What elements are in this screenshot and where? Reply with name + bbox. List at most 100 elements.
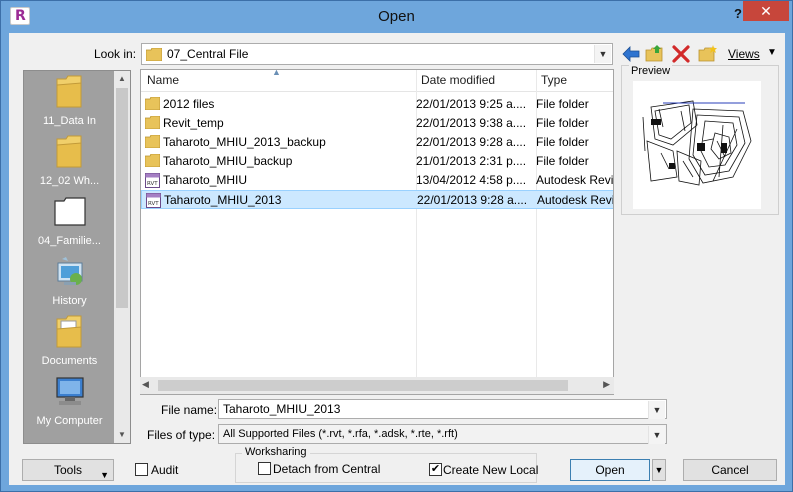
place-label: My Computer [36, 415, 103, 427]
close-button[interactable]: ✕ [743, 1, 789, 21]
tools-button[interactable]: Tools ▼ [22, 459, 114, 481]
file-name-combo[interactable]: Taharoto_MHIU_2013 ▼ [218, 399, 667, 419]
cancel-button[interactable]: Cancel [683, 459, 777, 481]
back-button[interactable] [621, 45, 643, 63]
file-date: 21/01/2013 2:31 p.... [416, 154, 527, 168]
place-history[interactable]: History [24, 255, 115, 315]
help-button[interactable]: ? [734, 6, 742, 21]
folder-icon [56, 75, 82, 108]
look-in-dropdown[interactable]: 07_Central File ▼ [141, 43, 613, 65]
file-name: Taharoto_MHIU_backup [163, 154, 293, 168]
places-scrollbar[interactable]: ▲ ▼ [114, 71, 130, 443]
dialog-body: Look in: 07_Central File ▼ Views ▼ 11_Da… [9, 33, 785, 485]
folder-icon [145, 154, 160, 167]
place-my-computer[interactable]: My Computer [24, 375, 115, 435]
back-arrow-icon [622, 46, 640, 62]
table-row[interactable]: RVT Taharoto_MHIU 13/04/2012 4:58 p.... … [141, 171, 614, 190]
file-date: 22/01/2013 9:28 a.... [416, 135, 527, 149]
places-list: 11_Data In 12_02 Wh... 04_Familie... His… [24, 71, 115, 443]
folder-icon [56, 135, 82, 168]
chevron-down-icon[interactable]: ▼ [648, 401, 665, 419]
sort-ascending-icon: ▲ [272, 69, 281, 77]
open-button[interactable]: Open [570, 459, 650, 481]
preview-label: Preview [629, 65, 673, 77]
file-date: 22/01/2013 9:25 a.... [416, 97, 527, 111]
column-header-date[interactable]: Date modified [421, 73, 495, 87]
place-label: Documents [41, 355, 98, 367]
svg-text:RVT: RVT [147, 181, 158, 187]
history-icon [57, 257, 83, 285]
open-dialog: R Open ? ✕ Look in: 07_Central File ▼ Vi… [0, 0, 793, 492]
chevron-down-icon[interactable]: ▼ [594, 45, 611, 63]
file-date: 22/01/2013 9:28 a.... [417, 193, 528, 207]
computer-icon [56, 377, 84, 405]
rvt-file-icon: RVT [146, 193, 161, 208]
blank-folder-icon [54, 197, 86, 226]
create-new-local-checkbox[interactable]: ✔ [429, 463, 442, 476]
chevron-down-icon: ▼ [100, 470, 109, 480]
look-in-label: Look in: [94, 47, 137, 61]
views-dropdown-icon[interactable]: ▼ [767, 47, 777, 58]
worksharing-label: Worksharing [242, 446, 310, 458]
table-row[interactable]: Taharoto_MHIU_backup 21/01/2013 2:31 p..… [141, 152, 613, 171]
file-date: 13/04/2012 4:58 p.... [416, 173, 527, 187]
file-name: Revit_temp [163, 116, 224, 130]
tools-label: Tools [53, 463, 82, 477]
open-options-dropdown[interactable]: ▼ [652, 459, 666, 481]
new-folder-icon [698, 45, 717, 62]
scroll-right-icon[interactable]: ▶ [603, 379, 610, 390]
up-folder-icon [645, 45, 663, 62]
delete-button[interactable] [671, 45, 693, 63]
views-menu-button[interactable]: Views [728, 47, 760, 61]
place-documents[interactable]: Documents [24, 315, 115, 375]
file-type: File folder [536, 116, 589, 130]
title-bar[interactable]: R Open ? ✕ [1, 1, 792, 33]
file-name-input[interactable]: Taharoto_MHIU_2013 [223, 402, 340, 416]
scroll-thumb[interactable] [158, 380, 568, 391]
look-in-value: 07_Central File [167, 47, 249, 61]
file-type: File folder [536, 154, 589, 168]
rvt-file-icon: RVT [145, 173, 160, 188]
new-folder-button[interactable] [698, 45, 720, 63]
audit-checkbox[interactable] [135, 463, 148, 476]
scroll-down-icon[interactable]: ▼ [114, 427, 130, 443]
file-type-value: All Supported Files (*.rvt, *.rfa, *.ads… [223, 428, 458, 440]
file-type-dropdown[interactable]: All Supported Files (*.rvt, *.rfa, *.ads… [218, 424, 667, 444]
svg-text:RVT: RVT [148, 201, 159, 207]
table-row[interactable]: Taharoto_MHIU_2013_backup 22/01/2013 9:2… [141, 133, 613, 152]
scroll-left-icon[interactable]: ◀ [142, 379, 149, 390]
scroll-up-icon[interactable]: ▲ [114, 71, 130, 87]
detach-from-central-checkbox[interactable] [258, 462, 271, 475]
file-list: ▲ Name Date modified Type 2012 files 22/… [140, 69, 614, 395]
place-11-data-in[interactable]: 11_Data In [24, 75, 115, 135]
file-list-header: ▲ Name Date modified Type [141, 69, 613, 92]
column-header-name[interactable]: Name [147, 73, 179, 87]
file-name: Taharoto_MHIU_2013_backup [163, 135, 326, 149]
file-list-hscrollbar[interactable]: ◀ ▶ [140, 377, 614, 394]
delete-icon [672, 45, 690, 63]
place-label: 11_Data In [42, 115, 96, 127]
create-new-local-label: Create New Local [443, 463, 539, 477]
table-row-selected[interactable]: RVT Taharoto_MHIU_2013 22/01/2013 9:28 a… [141, 190, 613, 209]
places-bar: 11_Data In 12_02 Wh... 04_Familie... His… [23, 70, 131, 444]
chevron-down-icon[interactable]: ▼ [648, 426, 665, 444]
table-row[interactable]: 2012 files 22/01/2013 9:25 a.... File fo… [141, 95, 613, 114]
file-date: 22/01/2013 9:38 a.... [416, 116, 527, 130]
folder-icon [145, 97, 160, 110]
scroll-thumb[interactable] [116, 88, 128, 308]
place-12-02[interactable]: 12_02 Wh... [24, 135, 115, 195]
column-header-type[interactable]: Type [541, 73, 567, 87]
file-type: File folder [536, 97, 589, 111]
preview-thumbnail [633, 81, 761, 209]
place-label: 04_Familie... [38, 235, 101, 247]
place-04-families[interactable]: 04_Familie... [24, 195, 115, 255]
file-name: Taharoto_MHIU [163, 173, 248, 187]
file-type-label: Files of type: [147, 428, 216, 442]
file-type: Autodesk Revi [536, 173, 614, 187]
detach-from-central-label: Detach from Central [273, 462, 381, 476]
dialog-title: Open [378, 8, 415, 25]
table-row[interactable]: Revit_temp 22/01/2013 9:38 a.... File fo… [141, 114, 613, 133]
place-label: History [52, 295, 87, 307]
folder-icon [145, 116, 160, 129]
up-folder-button[interactable] [645, 45, 667, 63]
